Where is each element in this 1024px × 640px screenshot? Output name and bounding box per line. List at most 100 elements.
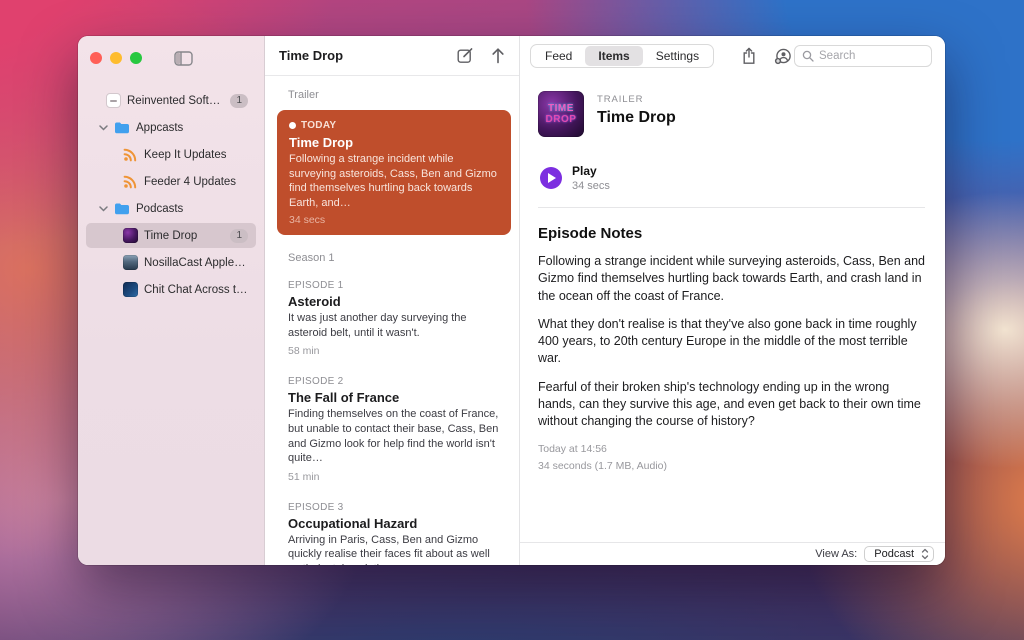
chevron-down-icon[interactable] <box>98 125 108 131</box>
sidebar-item-label: Feeder 4 Updates <box>144 176 236 188</box>
sidebar-item-label: Time Drop <box>144 230 197 242</box>
play-duration: 34 secs <box>572 180 610 192</box>
unread-badge: 1 <box>230 94 248 108</box>
sidebar-item-label: Podcasts <box>136 203 183 215</box>
unread-dot-icon <box>289 122 296 129</box>
view-as-label: View As: <box>815 548 857 560</box>
episode-duration: 51 min <box>288 471 503 483</box>
play-icon <box>548 173 556 183</box>
zoom-button[interactable] <box>130 52 142 64</box>
compose-icon[interactable] <box>457 47 474 64</box>
play-row: Play 34 secs <box>540 164 925 192</box>
trailer-description: Following a strange incident while surve… <box>289 152 499 210</box>
folder-icon <box>114 120 130 136</box>
episode-title: Asteroid <box>288 294 503 309</box>
tab-items[interactable]: Items <box>585 46 642 66</box>
section-header-trailer: Trailer <box>265 76 519 108</box>
episode-notes-heading: Episode Notes <box>538 225 925 242</box>
trailer-card[interactable]: TODAY Time Drop Following a strange inci… <box>277 110 511 235</box>
episode-kicker: TRAILER <box>597 94 676 105</box>
popup-chevrons-icon <box>921 548 929 560</box>
section-header-season: Season 1 <box>265 239 519 271</box>
unread-badge: 1 <box>230 229 248 243</box>
view-segmented-control: Feed Items Settings <box>530 44 714 68</box>
episode-duration: 58 min <box>288 345 503 357</box>
episode-number: EPISODE 1 <box>288 280 503 291</box>
search-field[interactable] <box>794 45 932 67</box>
play-label: Play <box>572 164 610 178</box>
podcast-artwork-icon <box>122 255 138 271</box>
sidebar-item-podcasts[interactable]: Podcasts <box>86 196 256 221</box>
chevron-down-icon[interactable] <box>98 206 108 212</box>
published-timestamp: Today at 14:56 <box>538 441 925 457</box>
sidebar-item-time-drop[interactable]: Time Drop 1 <box>86 223 256 248</box>
artwork-text: TIME <box>548 104 574 114</box>
today-label: TODAY <box>301 120 336 131</box>
divider <box>538 207 925 208</box>
sidebar-item-reinvented-software[interactable]: Reinvented Software 1 <box>86 88 256 113</box>
sidebar-toggle-icon[interactable] <box>174 51 193 66</box>
podcast-artwork: TIME DROP <box>538 91 584 137</box>
list-title: Time Drop <box>279 48 343 63</box>
sidebar-item-label: Chit Chat Across the Po… <box>144 284 248 296</box>
view-as-popup[interactable]: Podcast <box>864 546 934 562</box>
rss-icon <box>122 174 138 190</box>
list-header: Time Drop <box>265 36 519 76</box>
trailer-title: Time Drop <box>289 135 499 150</box>
podcast-artwork-icon <box>122 282 138 298</box>
rss-icon <box>122 147 138 163</box>
notes-paragraph: Fearful of their broken ship's technolog… <box>538 379 925 431</box>
episode-description: Finding themselves on the coast of Franc… <box>288 407 503 466</box>
episode-number: EPISODE 3 <box>288 502 503 513</box>
sidebar-item-label: Appcasts <box>136 122 183 134</box>
view-as-bar: View As: Podcast <box>520 542 945 565</box>
feed-list: Reinvented Software 1 Appcasts Keep It U… <box>78 80 264 304</box>
episode-list-column: Time Drop Trailer TODAY <box>265 36 520 565</box>
episode-list-item[interactable]: EPISODE 3 Occupational Hazard Arriving i… <box>265 493 519 565</box>
view-as-value: Podcast <box>874 548 914 560</box>
artwork-text: DROP <box>546 115 577 125</box>
feed-favicon-icon <box>106 93 121 108</box>
sidebar-item-label: Keep It Updates <box>144 149 226 161</box>
minimize-button[interactable] <box>110 52 122 64</box>
episode-detail: TIME DROP TRAILER Time Drop Play 34 secs <box>520 76 945 542</box>
episode-detail-title: Time Drop <box>597 109 676 127</box>
sidebar-item-feeder-4-updates[interactable]: Feeder 4 Updates <box>86 169 256 194</box>
tab-feed[interactable]: Feed <box>532 46 585 66</box>
sidebar-item-chit-chat[interactable]: Chit Chat Across the Po… <box>86 277 256 302</box>
episode-description: Arriving in Paris, Cass, Ben and Gizmo q… <box>288 533 503 565</box>
episode-list-item[interactable]: EPISODE 2 The Fall of France Finding the… <box>265 367 519 493</box>
titlebar <box>78 36 264 80</box>
sidebar-item-keep-it-updates[interactable]: Keep It Updates <box>86 142 256 167</box>
episode-title: Occupational Hazard <box>288 516 503 531</box>
detail-pane: Feed Items Settings <box>520 36 945 565</box>
search-input[interactable] <box>819 50 924 62</box>
episode-number: EPISODE 2 <box>288 376 503 387</box>
desktop-wallpaper: Reinvented Software 1 Appcasts Keep It U… <box>0 0 1024 640</box>
accounts-icon[interactable] <box>774 48 792 65</box>
toolbar: Feed Items Settings <box>520 36 945 76</box>
sidebar-item-label: NosillaCast Apple Podc… <box>144 257 248 269</box>
app-window: Reinvented Software 1 Appcasts Keep It U… <box>78 36 945 565</box>
search-icon <box>802 50 814 62</box>
notes-paragraph: Following a strange incident while surve… <box>538 253 925 305</box>
sidebar-item-nosillacast[interactable]: NosillaCast Apple Podc… <box>86 250 256 275</box>
tab-settings[interactable]: Settings <box>643 46 712 66</box>
notes-paragraph: What they don't realise is that they've … <box>538 316 925 368</box>
today-kicker: TODAY <box>289 120 499 131</box>
traffic-lights <box>90 52 142 64</box>
folder-icon <box>114 201 130 217</box>
episode-title: The Fall of France <box>288 390 503 405</box>
play-button[interactable] <box>540 167 562 189</box>
share-icon[interactable] <box>742 47 756 65</box>
episode-list[interactable]: Trailer TODAY Time Drop Following a stra… <box>265 76 519 565</box>
sidebar-item-appcasts[interactable]: Appcasts <box>86 115 256 140</box>
episode-list-item[interactable]: EPISODE 1 Asteroid It was just another d… <box>265 271 519 367</box>
trailer-duration: 34 secs <box>289 214 499 226</box>
close-button[interactable] <box>90 52 102 64</box>
sidebar-item-label: Reinvented Software <box>127 95 224 107</box>
podcast-artwork-icon <box>122 228 138 244</box>
episode-header: TIME DROP TRAILER Time Drop <box>538 91 925 137</box>
upload-icon[interactable] <box>491 47 505 64</box>
episode-description: It was just another day surveying the as… <box>288 311 503 340</box>
